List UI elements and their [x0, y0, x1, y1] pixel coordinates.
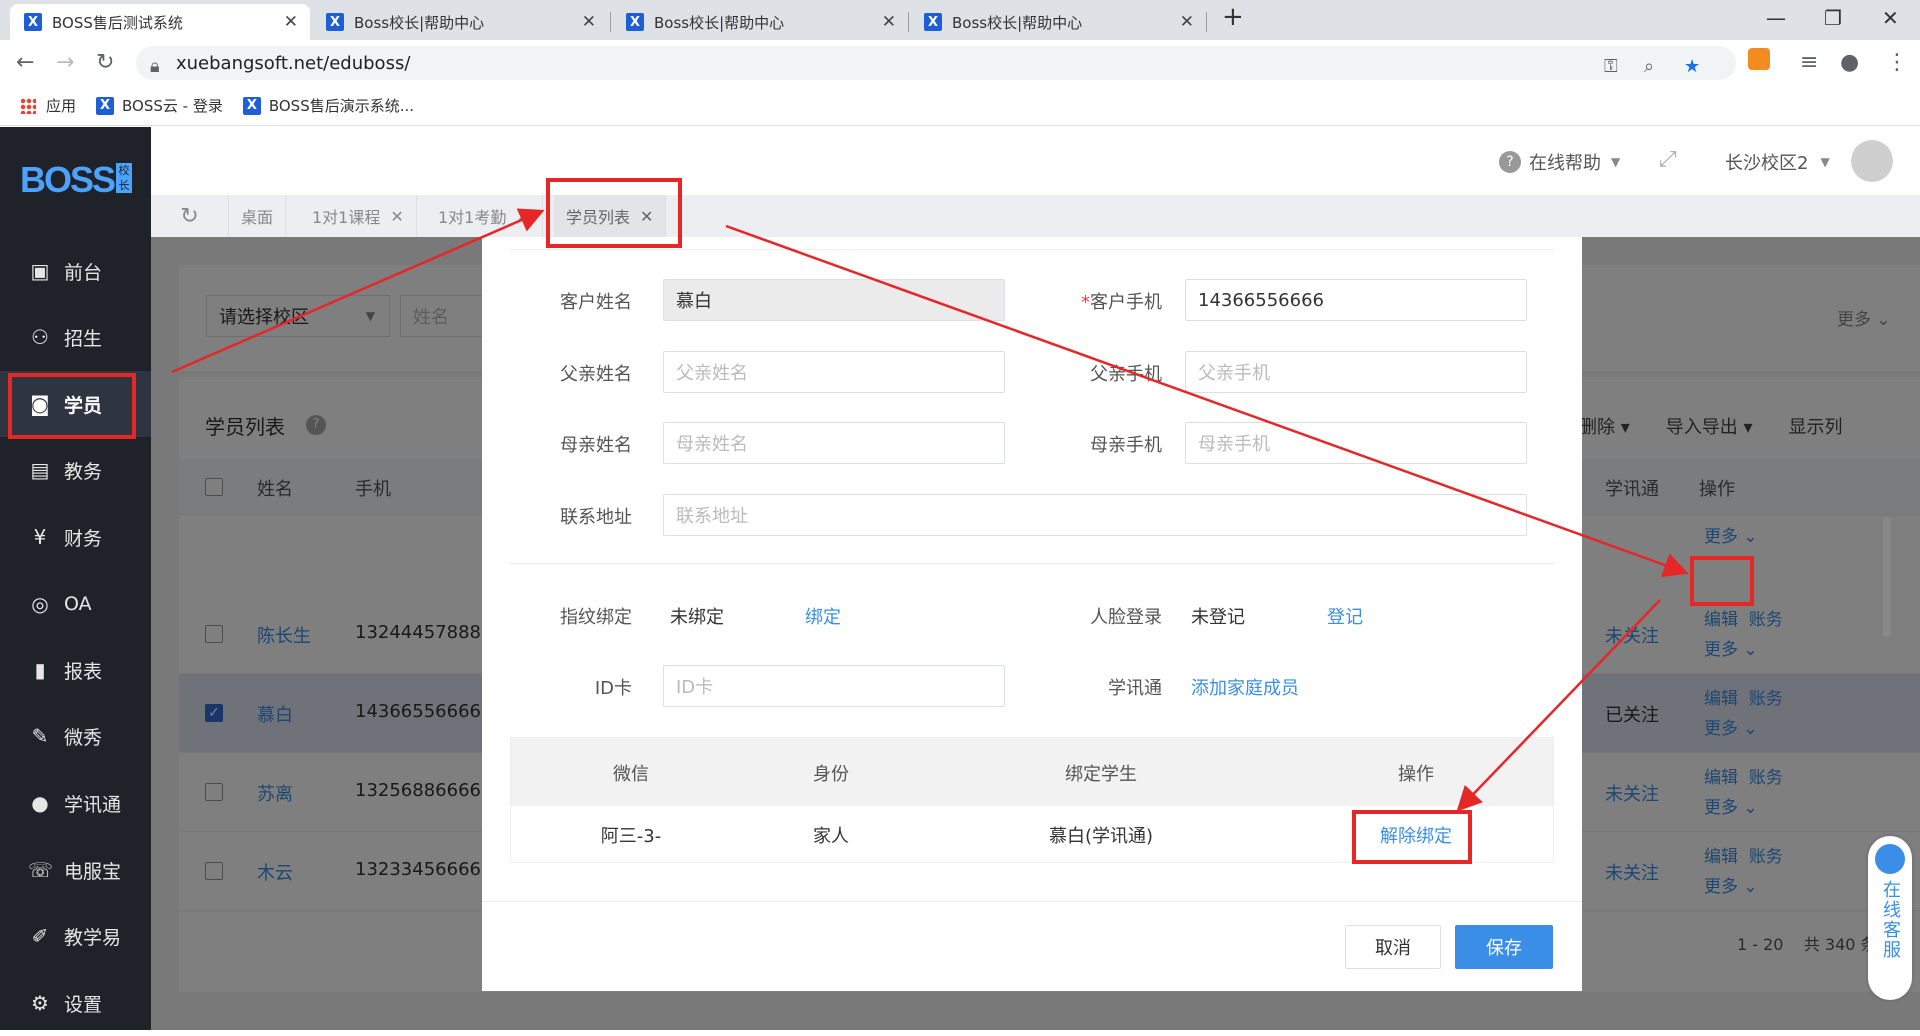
annotation-arrows	[171, 208, 1689, 812]
arrow-edit-to-unbind	[1456, 599, 1661, 812]
arrow-student-to-tab	[171, 208, 545, 374]
online-service-label: 在线客服	[1880, 880, 1901, 960]
online-service-widget[interactable]: 在线客服	[1868, 836, 1912, 1000]
arrow-tab-to-edit	[725, 224, 1689, 577]
chat-avatar-icon	[1875, 844, 1905, 874]
